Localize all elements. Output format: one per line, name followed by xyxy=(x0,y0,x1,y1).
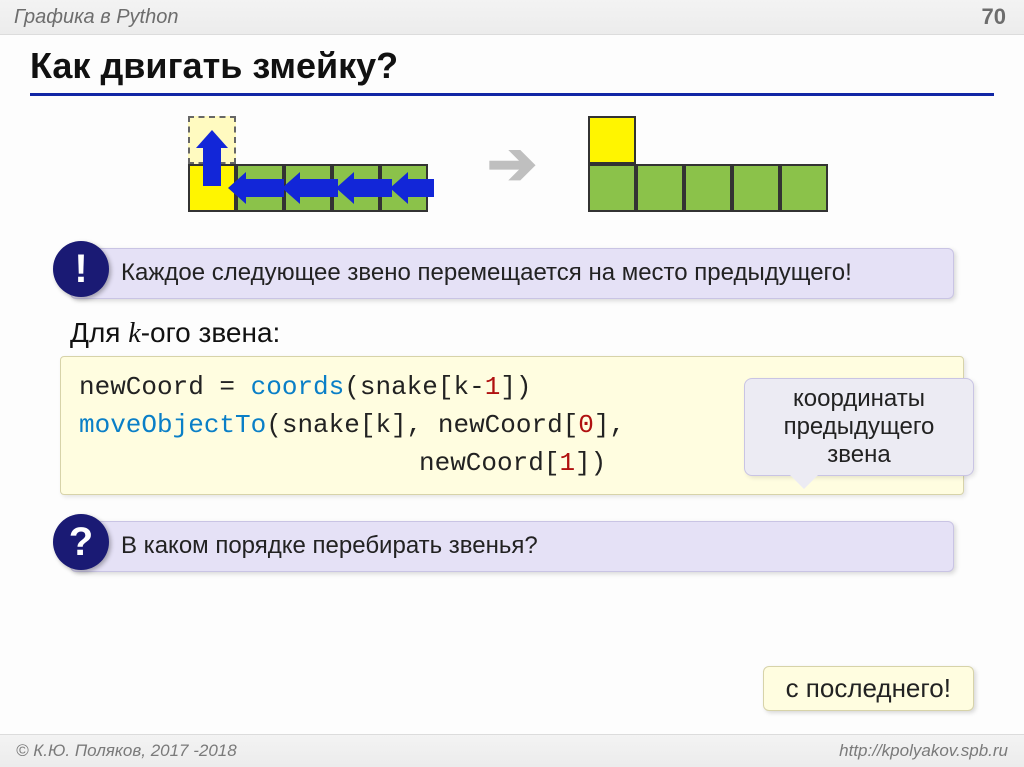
code-number: 1 xyxy=(485,372,501,402)
snake-body-cell xyxy=(780,164,828,212)
snake-after xyxy=(572,116,852,212)
page-title: Как двигать змейку? xyxy=(30,45,994,96)
exclaim-badge: ! xyxy=(53,241,109,297)
code-text: (snake[k], newCoord[ xyxy=(266,410,578,440)
info-callout: ! Каждое следующее звено перемещается на… xyxy=(70,248,954,299)
snake-body-cell xyxy=(636,164,684,212)
code-text: ]) xyxy=(575,448,606,478)
label-part: Для xyxy=(70,317,128,348)
snake-body-cell xyxy=(732,164,780,212)
transition-arrow-icon: ➔ xyxy=(487,134,537,194)
answer-bubble: с последнего! xyxy=(763,666,974,711)
code-text: (snake[k- xyxy=(344,372,484,402)
k-segment-label: Для k-ого звена: xyxy=(70,317,1024,350)
arrow-left-icon xyxy=(298,179,338,197)
footer: © К.Ю. Поляков, 2017 -2018 http://kpolya… xyxy=(0,734,1024,767)
code-text: ]) xyxy=(500,372,531,402)
snake-before xyxy=(172,116,452,212)
breadcrumb: Графика в Python xyxy=(14,6,178,29)
code-text: ], xyxy=(594,410,625,440)
page-number: 70 xyxy=(982,4,1006,30)
annotation-bubble: координаты предыдущего звена xyxy=(744,378,974,476)
code-number: 0 xyxy=(578,410,594,440)
snake-body-cell xyxy=(684,164,732,212)
question-badge: ? xyxy=(53,514,109,570)
label-part: -ого звена: xyxy=(141,317,281,348)
code-keyword: moveObjectTo xyxy=(79,410,266,440)
copyright: © К.Ю. Поляков, 2017 -2018 xyxy=(16,741,237,761)
arrow-left-icon xyxy=(352,179,392,197)
variable-k: k xyxy=(128,318,140,349)
snake-diagram: ➔ xyxy=(0,116,1024,212)
arrow-left-icon xyxy=(406,179,434,197)
question-callout: ? В каком порядке перебирать звенья? xyxy=(70,521,954,572)
snake-head-cell xyxy=(588,116,636,164)
question-callout-text: В каком порядке перебирать звенья? xyxy=(121,522,552,571)
code-text: newCoord = xyxy=(79,372,251,402)
topbar: Графика в Python 70 xyxy=(0,0,1024,35)
code-text: newCoord[ xyxy=(419,448,559,478)
info-callout-text: Каждое следующее звено перемещается на м… xyxy=(121,249,866,298)
footer-url: http://kpolyakov.spb.ru xyxy=(839,741,1008,761)
code-number: 1 xyxy=(559,448,575,478)
arrow-left-icon xyxy=(244,179,284,197)
snake-body-cell xyxy=(588,164,636,212)
arrow-up-icon xyxy=(203,146,221,186)
code-keyword: coords xyxy=(251,372,345,402)
